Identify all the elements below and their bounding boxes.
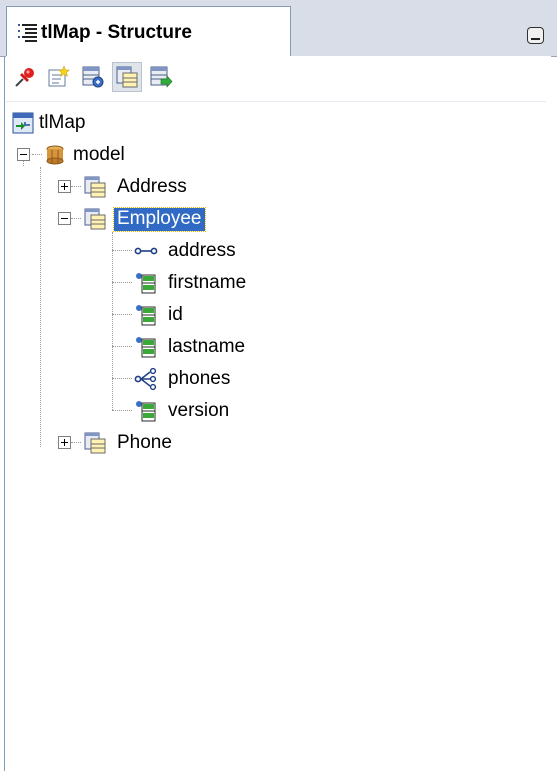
map-icon bbox=[12, 112, 34, 134]
toolbar bbox=[6, 56, 551, 102]
collapse-toggle-employee[interactable] bbox=[58, 212, 71, 225]
tree-node-label: phones bbox=[168, 368, 231, 389]
tree-node-attribute[interactable]: phones bbox=[134, 366, 230, 392]
entity-icon bbox=[84, 432, 106, 454]
tree-node-label: Employee bbox=[113, 206, 206, 232]
tree-node-attribute[interactable]: address bbox=[134, 238, 236, 264]
entity-attributes-icon bbox=[82, 66, 104, 88]
new-note-icon bbox=[48, 65, 71, 87]
entity-icon bbox=[84, 208, 106, 230]
tab-title: tlMap - Structure bbox=[41, 22, 192, 43]
basic-attribute-icon bbox=[136, 401, 156, 422]
entity-table-button[interactable] bbox=[112, 62, 142, 92]
tree-node-attribute[interactable]: firstname bbox=[134, 270, 246, 296]
tree-connector bbox=[112, 282, 132, 283]
tree-node-employee[interactable]: Employee bbox=[83, 206, 206, 232]
expand-toggle-address[interactable] bbox=[58, 180, 71, 193]
one-to-one-icon bbox=[134, 247, 158, 255]
tree-node-label: Address bbox=[117, 176, 187, 197]
tree-node-label: lastname bbox=[168, 336, 246, 357]
tree-connector bbox=[32, 154, 42, 155]
tree-connector bbox=[112, 410, 132, 411]
tree-node-tlmap[interactable]: tlMap bbox=[12, 110, 85, 136]
tree-node-model[interactable]: model bbox=[44, 142, 125, 168]
package-icon bbox=[46, 145, 64, 165]
collapse-toggle-model[interactable] bbox=[17, 148, 30, 161]
basic-attribute-icon bbox=[136, 273, 156, 294]
tree-connector bbox=[71, 186, 81, 187]
toolbar-divider bbox=[6, 101, 546, 102]
tab-structure[interactable]: tlMap - Structure bbox=[6, 6, 291, 56]
tree-connector bbox=[112, 250, 132, 251]
basic-attribute-icon bbox=[136, 337, 156, 358]
new-note-button[interactable] bbox=[44, 62, 74, 92]
entity-table-icon bbox=[116, 66, 138, 88]
tree-node-attribute[interactable]: lastname bbox=[134, 334, 245, 360]
tree-connector bbox=[112, 232, 113, 410]
tree-node-attribute[interactable]: id bbox=[134, 302, 183, 328]
entity-export-icon bbox=[150, 66, 173, 88]
tree-node-attribute[interactable]: version bbox=[134, 398, 229, 424]
tree-node-label: tlMap bbox=[39, 112, 86, 133]
tree-connector bbox=[112, 378, 132, 379]
tree-connector bbox=[112, 346, 132, 347]
pin-icon bbox=[15, 68, 34, 87]
tree-node-label: id bbox=[168, 304, 183, 325]
basic-attribute-icon bbox=[136, 305, 156, 326]
tree-connector bbox=[112, 314, 132, 315]
tree-connector bbox=[71, 218, 81, 219]
tree-node-label: model bbox=[73, 144, 125, 165]
expand-toggle-phone[interactable] bbox=[58, 436, 71, 449]
entity-attributes-button[interactable] bbox=[78, 62, 108, 92]
tree-node-label: address bbox=[168, 240, 236, 261]
tab-strip: tlMap - Structure bbox=[0, 0, 557, 57]
entity-export-button[interactable] bbox=[146, 62, 176, 92]
minimize-icon[interactable] bbox=[527, 27, 544, 44]
pin-button[interactable] bbox=[10, 62, 40, 92]
one-to-many-icon bbox=[134, 367, 157, 391]
tree-connector bbox=[71, 442, 81, 443]
entity-icon bbox=[84, 176, 106, 198]
tree-node-label: firstname bbox=[168, 272, 247, 293]
tree-connector bbox=[40, 167, 41, 447]
structure-tree: tlMap model Address Employee address fir… bbox=[0, 104, 557, 771]
tree-node-label: Phone bbox=[117, 432, 172, 453]
tree-node-address[interactable]: Address bbox=[83, 174, 187, 200]
tree-node-phone[interactable]: Phone bbox=[83, 430, 172, 456]
structure-outline-icon bbox=[18, 24, 37, 42]
tree-node-label: version bbox=[168, 400, 230, 421]
